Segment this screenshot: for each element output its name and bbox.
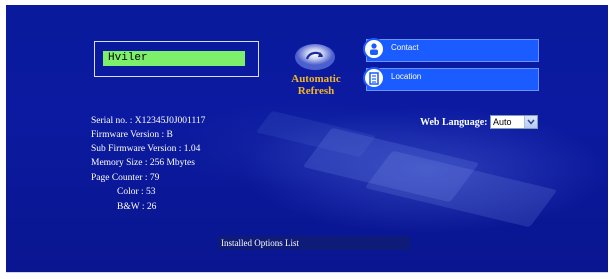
refresh-label-line1: Automatic [291,73,341,85]
refresh-label-line2: Refresh [297,85,335,97]
color-count: Color : 53 [117,187,156,197]
installed-options-link[interactable]: Installed Options List [218,236,410,250]
status-box: Hviler [94,41,259,77]
contact-label: Contact [391,43,419,52]
firmware-version: Firmware Version : B [91,130,173,140]
bottom-divider [6,272,608,273]
memory-size: Memory Size : 256 Mbytes [91,158,195,168]
web-language-value: Auto [493,117,512,127]
person-icon [363,38,385,60]
status-display: Hviler [103,51,245,66]
building-icon [363,67,385,89]
chevron-down-icon[interactable] [524,116,537,128]
web-language-label: Web Language: [420,117,488,128]
page-frame: Hviler Automatic Refresh Contact Locatio… [0,0,611,279]
web-language-select[interactable]: Auto [490,115,538,129]
page-counter: Page Counter : 79 [91,173,160,183]
serial-number: Serial no. : X12345J0J001117 [91,116,206,126]
sub-firmware-version: Sub Firmware Version : 1.04 [91,144,201,154]
location-button[interactable]: Location [363,67,539,91]
automatic-refresh-label[interactable]: Automatic Refresh [284,73,348,97]
location-label: Location [391,72,422,81]
refresh-icon[interactable] [295,44,335,70]
contact-button[interactable]: Contact [363,38,539,62]
bw-count: B&W : 26 [117,202,157,212]
